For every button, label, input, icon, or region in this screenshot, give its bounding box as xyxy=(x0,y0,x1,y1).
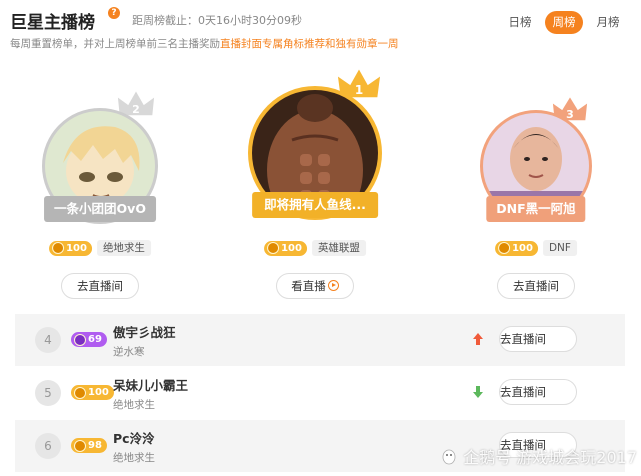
play-circle-icon xyxy=(327,280,339,291)
level-value: 69 xyxy=(88,334,102,345)
go-to-stream-button[interactable]: 去直播间 xyxy=(61,273,139,299)
streamer-name: DNF黑一阿旭 xyxy=(496,201,576,216)
list-item: 5 100 呆妹儿小霸王 绝地求生 去直播间 xyxy=(15,367,625,420)
level-badge: 100 xyxy=(49,240,92,256)
go-to-stream-button[interactable]: 去直播间 xyxy=(499,379,577,405)
level-badge: 98 xyxy=(71,438,107,453)
coin-icon xyxy=(74,386,86,399)
rank-number: 4 xyxy=(35,327,61,353)
level-value: 100 xyxy=(281,242,302,254)
svg-text:2: 2 xyxy=(132,103,140,116)
game-tag: DNF xyxy=(542,240,577,256)
streamer-meta: 100 英雄联盟 xyxy=(264,240,366,256)
go-to-stream-button[interactable]: 去直播间 xyxy=(499,326,577,352)
go-to-stream-button[interactable]: 去直播间 xyxy=(497,273,575,299)
streamer-meta: 100 绝地求生 xyxy=(49,240,151,256)
penguin-logo-icon xyxy=(442,449,456,465)
podium-card-rank-2: 2 一条小团团OvO 100 绝地求生 去直播间 xyxy=(0,70,200,310)
level-badge: 69 xyxy=(71,332,107,347)
game-tag: 英雄联盟 xyxy=(311,240,366,256)
level-value: 100 xyxy=(88,387,109,398)
help-icon[interactable]: ? xyxy=(108,7,120,19)
level-value: 98 xyxy=(88,440,102,451)
level-badge: 100 xyxy=(495,240,538,256)
game-name: 绝地求生 xyxy=(113,452,155,464)
list-item: 4 69 傲宇彡战狂 逆水寒 去直播间 xyxy=(15,314,625,367)
rules-text: 每周重置榜单，并对上周榜单前三名主播奖励 xyxy=(10,38,220,50)
tab-daily[interactable]: 日榜 xyxy=(501,11,539,34)
page-title: 巨星主播榜 xyxy=(10,13,95,33)
rules-reward-text: 直播封面专属角标推荐和独有勋章一周 xyxy=(220,38,399,50)
game-tag: 绝地求生 xyxy=(96,240,151,256)
streamer-meta: 100 DNF xyxy=(495,240,577,256)
streamer-name[interactable]: 傲宇彡战狂 xyxy=(113,322,176,341)
streamer-name: 一条小团团OvO xyxy=(54,201,146,216)
streamer-name-ribbon: 一条小团团OvO xyxy=(44,196,156,222)
trend-down-icon xyxy=(473,386,483,398)
watch-live-button[interactable]: 看直播 xyxy=(276,273,354,299)
coin-icon xyxy=(74,439,86,452)
level-badge: 100 xyxy=(264,240,307,256)
watermark: 企鹅号 游戏城会玩2017 xyxy=(440,444,637,468)
podium-card-rank-3: 3 DNF黑一阿旭 100 DNF 去直播间 xyxy=(436,70,636,310)
tab-weekly[interactable]: 周榜 xyxy=(545,11,583,34)
coin-icon xyxy=(267,242,280,254)
coin-icon xyxy=(74,333,86,346)
rules-description: 每周重置榜单，并对上周榜单前三名主播奖励直播封面专属角标推荐和独有勋章一周 xyxy=(10,36,399,51)
level-value: 100 xyxy=(512,242,533,254)
svg-text:1: 1 xyxy=(355,83,363,97)
podium-card-rank-1: 1 即将拥有人鱼线... 100 英雄联盟 看直播 xyxy=(215,66,415,310)
tab-monthly[interactable]: 月榜 xyxy=(589,11,627,34)
top-three-podium: 2 一条小团团OvO 100 绝地求生 去直播间 1 即将拥有人鱼线... 10… xyxy=(0,66,641,310)
rank-number: 5 xyxy=(35,380,61,406)
streamer-name: 即将拥有人鱼线... xyxy=(264,197,366,212)
rank-number: 6 xyxy=(35,433,61,459)
level-value: 100 xyxy=(66,242,87,254)
game-name: 绝地求生 xyxy=(113,399,155,411)
streamer-name[interactable]: Pc泠泠 xyxy=(113,428,155,447)
trend-up-icon xyxy=(473,333,483,345)
coin-icon xyxy=(52,242,65,254)
game-name: 逆水寒 xyxy=(113,346,145,358)
period-tabs: 日榜 周榜 月榜 xyxy=(501,11,627,34)
countdown-text: 距周榜截止：0天16小时30分09秒 xyxy=(132,14,302,27)
coin-icon xyxy=(498,242,511,254)
streamer-name[interactable]: 呆妹儿小霸王 xyxy=(113,375,188,394)
streamer-name-ribbon: DNF黑一阿旭 xyxy=(486,196,586,222)
streamer-name-ribbon: 即将拥有人鱼线... xyxy=(252,192,378,218)
watch-live-label: 看直播 xyxy=(291,279,326,293)
level-badge: 100 xyxy=(71,385,114,400)
watermark-text: 企鹅号 游戏城会玩2017 xyxy=(463,448,637,467)
